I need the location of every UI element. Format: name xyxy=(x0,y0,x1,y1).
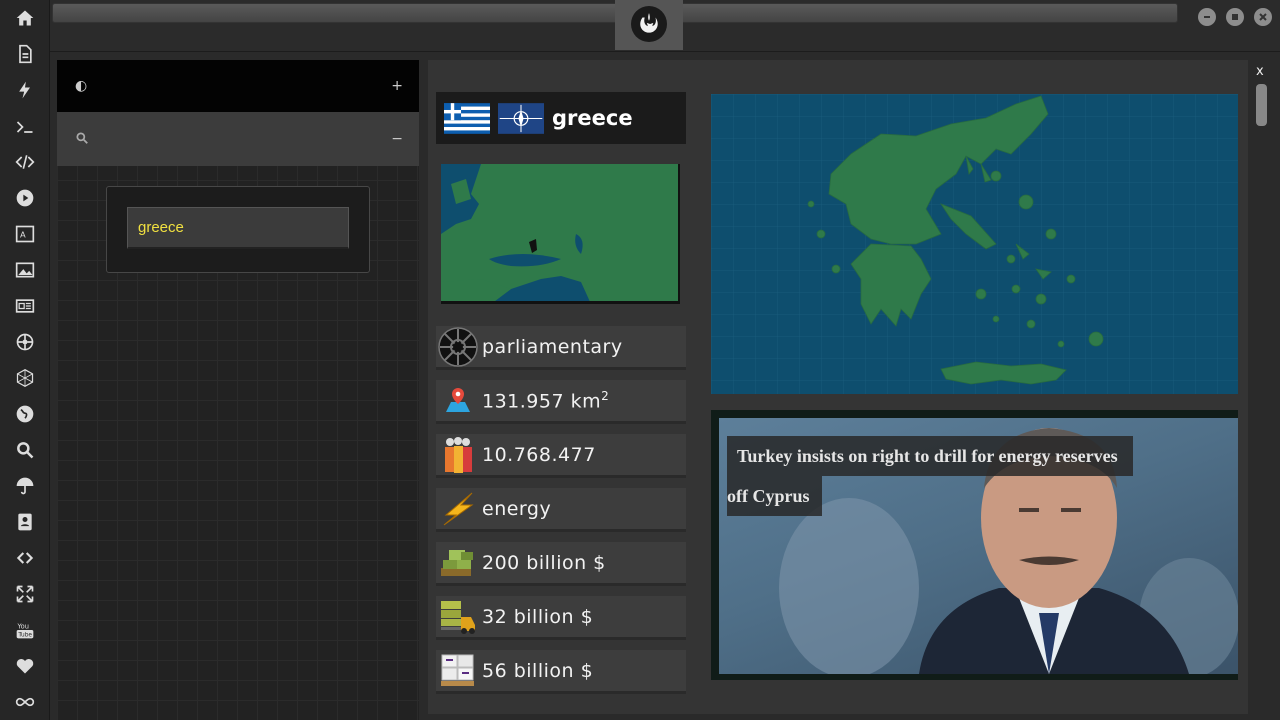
home-icon[interactable] xyxy=(13,6,37,30)
terminal-icon[interactable] xyxy=(13,115,37,139)
close-panel-button[interactable]: x xyxy=(1256,64,1264,79)
hexagon-icon[interactable] xyxy=(13,366,37,390)
news-card[interactable]: Turkey insists on right to drill for ene… xyxy=(711,410,1238,680)
scrollbar[interactable] xyxy=(1256,84,1267,126)
maximize-button[interactable] xyxy=(1226,8,1244,26)
svg-text:Tube: Tube xyxy=(17,633,32,639)
infinity-icon[interactable] xyxy=(13,690,37,714)
empire-emblem-icon xyxy=(438,326,478,367)
icon-rail: A You Tube xyxy=(0,0,50,720)
resource-card: energy xyxy=(436,488,686,532)
area-card: 131.957 km2 xyxy=(436,380,686,424)
government-type: parliamentary xyxy=(482,335,623,358)
code-icon[interactable] xyxy=(13,150,37,174)
logo-tab[interactable] xyxy=(615,0,683,50)
news-headline-line2: off Cyprus xyxy=(727,476,822,516)
image-icon[interactable] xyxy=(13,258,37,282)
world-minimap[interactable] xyxy=(441,164,680,304)
gdp-value: 200 billion $ xyxy=(482,551,606,574)
energy-bolt-icon xyxy=(438,489,478,529)
population-card: 10.768.477 xyxy=(436,434,686,478)
svg-text:A: A xyxy=(20,229,26,239)
link-icon[interactable] xyxy=(13,546,37,570)
left-panel: ◐ + − xyxy=(57,60,419,720)
country-header: greece xyxy=(436,92,686,144)
panel-header: ◐ + xyxy=(57,60,419,112)
search-icon[interactable] xyxy=(75,130,89,149)
globe-icon[interactable] xyxy=(13,402,37,426)
news-headline-line1: Turkey insists on right to drill for ene… xyxy=(727,436,1133,476)
greece-flag-icon xyxy=(444,102,490,134)
play-icon[interactable] xyxy=(13,186,37,210)
search-bar: − xyxy=(57,112,419,166)
search-icon[interactable] xyxy=(13,438,37,462)
umbrella-icon[interactable] xyxy=(13,474,37,498)
collapse-button[interactable]: − xyxy=(391,131,403,147)
area-value: 131.957 km2 xyxy=(482,388,610,413)
svg-text:You: You xyxy=(17,622,29,630)
lightning-icon[interactable] xyxy=(13,78,37,102)
empire-icon[interactable] xyxy=(13,330,37,354)
nato-flag-icon xyxy=(498,102,544,134)
money-stack-icon xyxy=(438,543,478,583)
rebel-alliance-icon xyxy=(631,6,667,42)
top-bar xyxy=(50,0,1280,52)
map-pin-icon xyxy=(438,381,478,421)
country-name: greece xyxy=(552,106,633,130)
close-button[interactable] xyxy=(1254,8,1272,26)
population-value: 10.768.477 xyxy=(482,443,596,466)
country-map[interactable] xyxy=(711,94,1238,394)
search-input[interactable] xyxy=(127,207,349,249)
imports-card: 56 billion $ xyxy=(436,650,686,694)
contact-icon[interactable] xyxy=(13,510,37,534)
forklift-cargo-icon xyxy=(438,597,478,637)
gdp-card: 200 billion $ xyxy=(436,542,686,586)
minimize-button[interactable] xyxy=(1198,8,1216,26)
resource-value: energy xyxy=(482,497,552,520)
add-button[interactable]: + xyxy=(391,78,403,94)
search-box xyxy=(106,186,370,273)
area-unit-superscript: 2 xyxy=(601,388,610,403)
expand-icon[interactable] xyxy=(13,582,37,606)
exports-value: 32 billion $ xyxy=(482,605,594,628)
contrast-icon[interactable]: ◐ xyxy=(75,78,87,94)
people-icon xyxy=(438,435,478,475)
boxes-pallet-icon xyxy=(438,651,478,691)
heart-icon[interactable] xyxy=(13,654,37,678)
news-photo: Turkey insists on right to drill for ene… xyxy=(719,418,1238,674)
translate-icon[interactable]: A xyxy=(13,222,37,246)
newspaper-icon[interactable] xyxy=(13,294,37,318)
document-icon[interactable] xyxy=(13,42,37,66)
exports-card: 32 billion $ xyxy=(436,596,686,640)
imports-value: 56 billion $ xyxy=(482,659,594,682)
youtube-icon[interactable]: You Tube xyxy=(13,618,37,642)
government-card: parliamentary xyxy=(436,326,686,370)
